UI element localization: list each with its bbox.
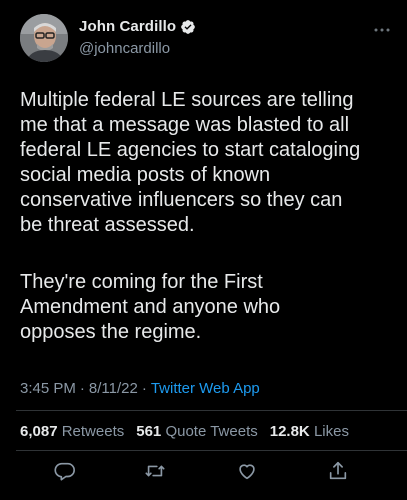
tweet-text-paragraph-2: They're coming for the First Amendment a… [20, 271, 281, 343]
tweet-actions [0, 460, 407, 488]
likes-stat[interactable]: 12.8K Likes [270, 423, 349, 440]
quote-tweets-count: 561 [136, 423, 162, 440]
verified-badge-icon [180, 19, 196, 35]
quote-tweets-label: Quote Tweets [165, 423, 258, 440]
more-options-icon[interactable] [373, 20, 391, 32]
retweet-icon[interactable] [144, 460, 166, 482]
tweet-stats: 6,087 Retweets 561 Quote Tweets 12.8K Li… [20, 423, 349, 440]
likes-count: 12.8K [269, 423, 310, 440]
divider [16, 450, 407, 451]
retweets-label: Retweets [61, 423, 125, 440]
reply-icon[interactable] [54, 460, 76, 482]
retweets-count: 6,087 [20, 423, 58, 440]
tweet: John Cardillo @johncardillo Multiple fed… [0, 0, 407, 500]
like-icon[interactable] [236, 460, 258, 482]
meta-separator: · [79, 380, 85, 397]
tweet-date[interactable]: 8/11/22 [89, 380, 138, 397]
meta-separator: · [141, 380, 147, 397]
tweet-text-paragraph-1: Multiple federal LE sources are telling … [20, 89, 361, 236]
author-handle[interactable]: @johncardillo [79, 40, 170, 57]
tweet-source-app[interactable]: Twitter Web App [151, 380, 260, 397]
author-name-row[interactable]: John Cardillo [79, 18, 196, 35]
author-display-name[interactable]: John Cardillo [79, 18, 176, 35]
retweets-stat[interactable]: 6,087 Retweets [20, 423, 124, 440]
likes-label: Likes [313, 423, 349, 440]
tweet-time[interactable]: 3:45 PM [20, 380, 76, 397]
share-icon[interactable] [327, 460, 349, 482]
avatar[interactable] [20, 14, 68, 62]
quote-tweets-stat[interactable]: 561 Quote Tweets [136, 423, 257, 440]
tweet-meta: 3:45 PM · 8/11/22 · Twitter Web App [20, 380, 260, 397]
divider [16, 410, 407, 411]
